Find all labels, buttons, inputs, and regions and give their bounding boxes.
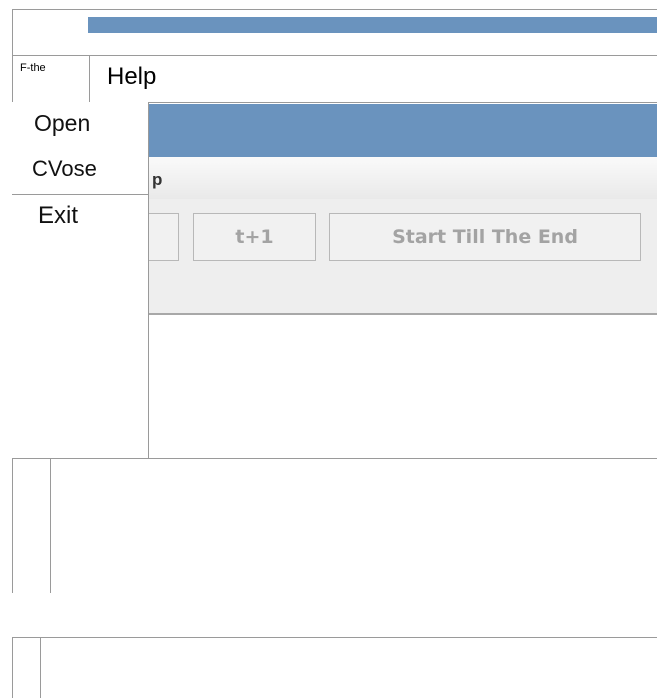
inner-menubar	[149, 157, 657, 200]
bottom-panel-top-line	[12, 637, 657, 638]
file-dropdown-menu: Open CVose Exit	[12, 102, 148, 458]
menu-file[interactable]: F-the	[12, 56, 90, 102]
dropdown-right-edge	[148, 102, 149, 458]
start-till-end-button[interactable]: Start Till The End	[329, 213, 641, 261]
inner-menu-item[interactable]: p	[152, 170, 162, 190]
menu-separator	[12, 194, 148, 195]
menu-item-close[interactable]: CVose	[12, 156, 148, 194]
step-forward-button[interactable]: t+1	[193, 213, 316, 261]
window-title-bar[interactable]	[88, 17, 657, 33]
menu-item-open[interactable]: Open	[12, 110, 148, 148]
frame-top-line	[12, 9, 657, 10]
frame-line-above-menubar	[12, 55, 657, 56]
bottom-panel-divider	[40, 637, 41, 698]
bottom-panel-left-line	[12, 637, 13, 698]
inner-content-area	[149, 315, 657, 458]
menu-help[interactable]: Help	[107, 62, 156, 92]
frame-line-below-window	[12, 458, 657, 459]
inner-window-title-bar[interactable]	[149, 104, 657, 157]
partially-hidden-button[interactable]	[149, 213, 179, 261]
menu-item-exit[interactable]: Exit	[12, 202, 148, 240]
lower-panel-divider	[50, 458, 51, 593]
